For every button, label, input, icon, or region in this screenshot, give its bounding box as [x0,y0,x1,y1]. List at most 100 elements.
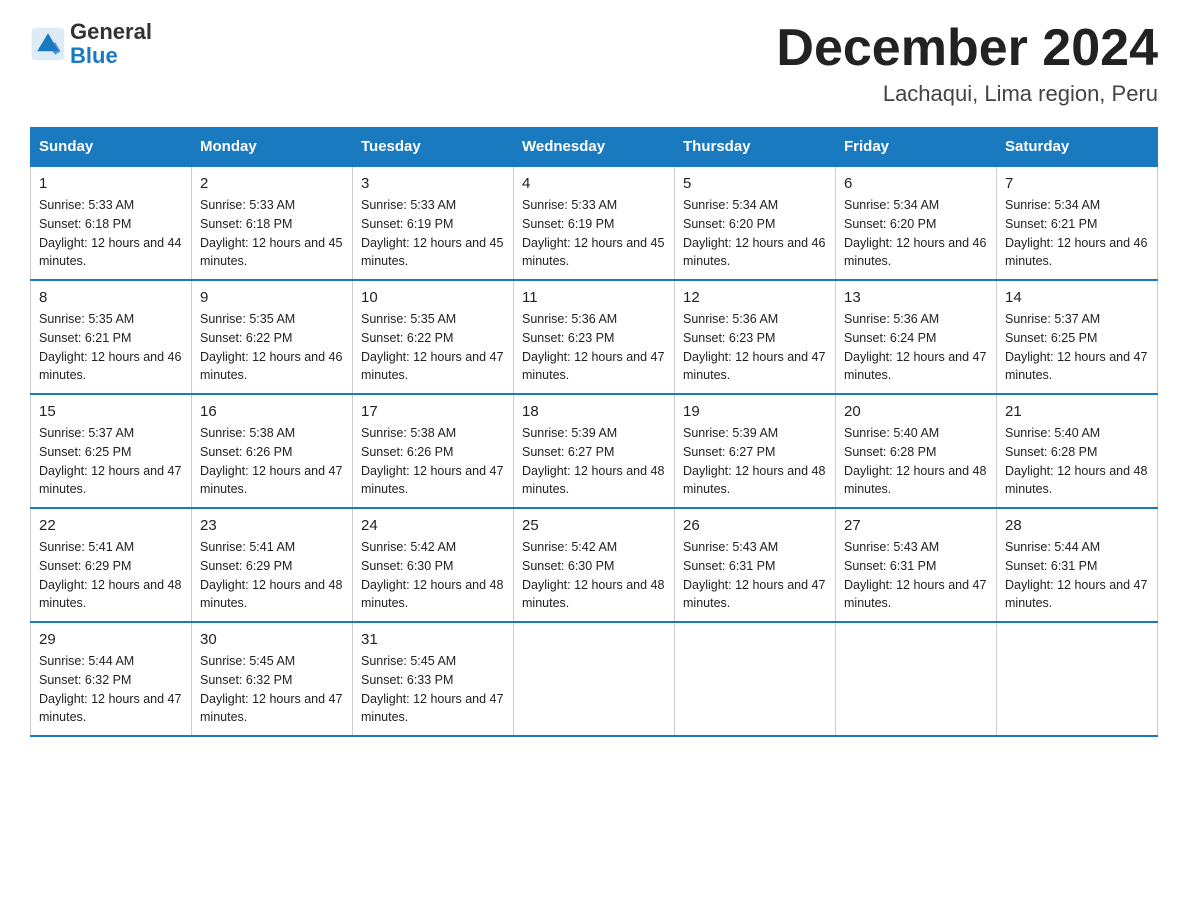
day-cell: 20 Sunrise: 5:40 AMSunset: 6:28 PMDayligh… [836,394,997,508]
day-cell: 8 Sunrise: 5:35 AMSunset: 6:21 PMDaylight… [31,280,192,394]
day-info: Sunrise: 5:39 AMSunset: 6:27 PMDaylight:… [522,424,666,499]
day-cell [836,622,997,736]
day-info: Sunrise: 5:33 AMSunset: 6:19 PMDaylight:… [361,196,505,271]
day-number: 2 [200,175,344,192]
day-cell: 3 Sunrise: 5:33 AMSunset: 6:19 PMDaylight… [353,166,514,280]
day-cell: 6 Sunrise: 5:34 AMSunset: 6:20 PMDaylight… [836,166,997,280]
calendar-header: Sunday Monday Tuesday Wednesday Thursday… [31,128,1158,167]
day-info: Sunrise: 5:44 AMSunset: 6:31 PMDaylight:… [1005,538,1149,613]
day-info: Sunrise: 5:37 AMSunset: 6:25 PMDaylight:… [1005,310,1149,385]
logo-general: General [70,20,152,44]
day-cell: 9 Sunrise: 5:35 AMSunset: 6:22 PMDaylight… [192,280,353,394]
week-row-5: 29Sunrise: 5:44 AMSunset: 6:32 PMDayligh… [31,622,1158,736]
day-number: 8 [39,289,183,306]
day-cell: 19 Sunrise: 5:39 AMSunset: 6:27 PMDayligh… [675,394,836,508]
day-cell: 21Sunrise: 5:40 AMSunset: 6:28 PMDayligh… [997,394,1158,508]
week-row-3: 15 Sunrise: 5:37 AMSunset: 6:25 PMDayligh… [31,394,1158,508]
week-row-2: 8 Sunrise: 5:35 AMSunset: 6:21 PMDaylight… [31,280,1158,394]
day-info: Sunrise: 5:42 AMSunset: 6:30 PMDaylight:… [522,538,666,613]
day-info: Sunrise: 5:36 AMSunset: 6:24 PMDaylight:… [844,310,988,385]
day-number: 24 [361,517,505,534]
day-number: 3 [361,175,505,192]
day-info: Sunrise: 5:41 AMSunset: 6:29 PMDaylight:… [200,538,344,613]
header-monday: Monday [192,128,353,167]
day-number: 30 [200,631,344,648]
logo-icon [30,26,66,62]
day-cell: 22 Sunrise: 5:41 AMSunset: 6:29 PMDayligh… [31,508,192,622]
logo: General Blue [30,20,152,68]
day-cell: 4 Sunrise: 5:33 AMSunset: 6:19 PMDaylight… [514,166,675,280]
day-info: Sunrise: 5:40 AMSunset: 6:28 PMDaylight:… [1005,424,1149,499]
day-info: Sunrise: 5:43 AMSunset: 6:31 PMDaylight:… [844,538,988,613]
day-info: Sunrise: 5:41 AMSunset: 6:29 PMDaylight:… [39,538,183,613]
day-cell: 30 Sunrise: 5:45 AMSunset: 6:32 PMDayligh… [192,622,353,736]
day-number: 14 [1005,289,1149,306]
day-cell: 1Sunrise: 5:33 AMSunset: 6:18 PMDaylight… [31,166,192,280]
header-saturday: Saturday [997,128,1158,167]
day-number: 15 [39,403,183,420]
day-cell [675,622,836,736]
day-info: Sunrise: 5:45 AMSunset: 6:33 PMDaylight:… [361,652,505,727]
day-info: Sunrise: 5:35 AMSunset: 6:21 PMDaylight:… [39,310,183,385]
day-cell: 5Sunrise: 5:34 AMSunset: 6:20 PMDaylight… [675,166,836,280]
day-info: Sunrise: 5:43 AMSunset: 6:31 PMDaylight:… [683,538,827,613]
day-number: 10 [361,289,505,306]
day-info: Sunrise: 5:36 AMSunset: 6:23 PMDaylight:… [522,310,666,385]
day-cell: 18 Sunrise: 5:39 AMSunset: 6:27 PMDayligh… [514,394,675,508]
day-cell: 26Sunrise: 5:43 AMSunset: 6:31 PMDayligh… [675,508,836,622]
day-number: 25 [522,517,666,534]
week-row-4: 22 Sunrise: 5:41 AMSunset: 6:29 PMDayligh… [31,508,1158,622]
day-cell: 28 Sunrise: 5:44 AMSunset: 6:31 PMDayligh… [997,508,1158,622]
header-tuesday: Tuesday [353,128,514,167]
day-info: Sunrise: 5:42 AMSunset: 6:30 PMDaylight:… [361,538,505,613]
day-cell [514,622,675,736]
day-info: Sunrise: 5:34 AMSunset: 6:21 PMDaylight:… [1005,196,1149,271]
day-number: 20 [844,403,988,420]
day-info: Sunrise: 5:34 AMSunset: 6:20 PMDaylight:… [844,196,988,271]
day-cell: 10 Sunrise: 5:35 AMSunset: 6:22 PMDayligh… [353,280,514,394]
day-cell: 31 Sunrise: 5:45 AMSunset: 6:33 PMDayligh… [353,622,514,736]
day-number: 9 [200,289,344,306]
day-cell: 14 Sunrise: 5:37 AMSunset: 6:25 PMDayligh… [997,280,1158,394]
day-number: 27 [844,517,988,534]
day-number: 16 [200,403,344,420]
day-info: Sunrise: 5:35 AMSunset: 6:22 PMDaylight:… [200,310,344,385]
day-number: 22 [39,517,183,534]
day-cell: 29Sunrise: 5:44 AMSunset: 6:32 PMDayligh… [31,622,192,736]
calendar-subtitle: Lachaqui, Lima region, Peru [776,81,1158,107]
day-info: Sunrise: 5:45 AMSunset: 6:32 PMDaylight:… [200,652,344,727]
day-info: Sunrise: 5:39 AMSunset: 6:27 PMDaylight:… [683,424,827,499]
day-info: Sunrise: 5:44 AMSunset: 6:32 PMDaylight:… [39,652,183,727]
day-cell: 23Sunrise: 5:41 AMSunset: 6:29 PMDayligh… [192,508,353,622]
calendar-table: Sunday Monday Tuesday Wednesday Thursday… [30,127,1158,737]
day-number: 6 [844,175,988,192]
day-cell: 11Sunrise: 5:36 AMSunset: 6:23 PMDayligh… [514,280,675,394]
day-number: 18 [522,403,666,420]
day-info: Sunrise: 5:37 AMSunset: 6:25 PMDaylight:… [39,424,183,499]
day-number: 4 [522,175,666,192]
day-number: 1 [39,175,183,192]
header-row: Sunday Monday Tuesday Wednesday Thursday… [31,128,1158,167]
header-friday: Friday [836,128,997,167]
day-number: 5 [683,175,827,192]
day-cell: 15 Sunrise: 5:37 AMSunset: 6:25 PMDayligh… [31,394,192,508]
day-cell: 16Sunrise: 5:38 AMSunset: 6:26 PMDayligh… [192,394,353,508]
logo-blue: Blue [70,44,152,68]
calendar-body: 1Sunrise: 5:33 AMSunset: 6:18 PMDaylight… [31,166,1158,736]
calendar-title: December 2024 [776,20,1158,77]
day-number: 19 [683,403,827,420]
day-info: Sunrise: 5:40 AMSunset: 6:28 PMDaylight:… [844,424,988,499]
day-number: 31 [361,631,505,648]
header-thursday: Thursday [675,128,836,167]
day-number: 7 [1005,175,1149,192]
day-cell: 24 Sunrise: 5:42 AMSunset: 6:30 PMDayligh… [353,508,514,622]
day-cell: 17Sunrise: 5:38 AMSunset: 6:26 PMDayligh… [353,394,514,508]
week-row-1: 1Sunrise: 5:33 AMSunset: 6:18 PMDaylight… [31,166,1158,280]
day-number: 28 [1005,517,1149,534]
day-info: Sunrise: 5:35 AMSunset: 6:22 PMDaylight:… [361,310,505,385]
day-info: Sunrise: 5:36 AMSunset: 6:23 PMDaylight:… [683,310,827,385]
day-number: 13 [844,289,988,306]
day-cell [997,622,1158,736]
day-info: Sunrise: 5:33 AMSunset: 6:19 PMDaylight:… [522,196,666,271]
day-cell: 25 Sunrise: 5:42 AMSunset: 6:30 PMDayligh… [514,508,675,622]
